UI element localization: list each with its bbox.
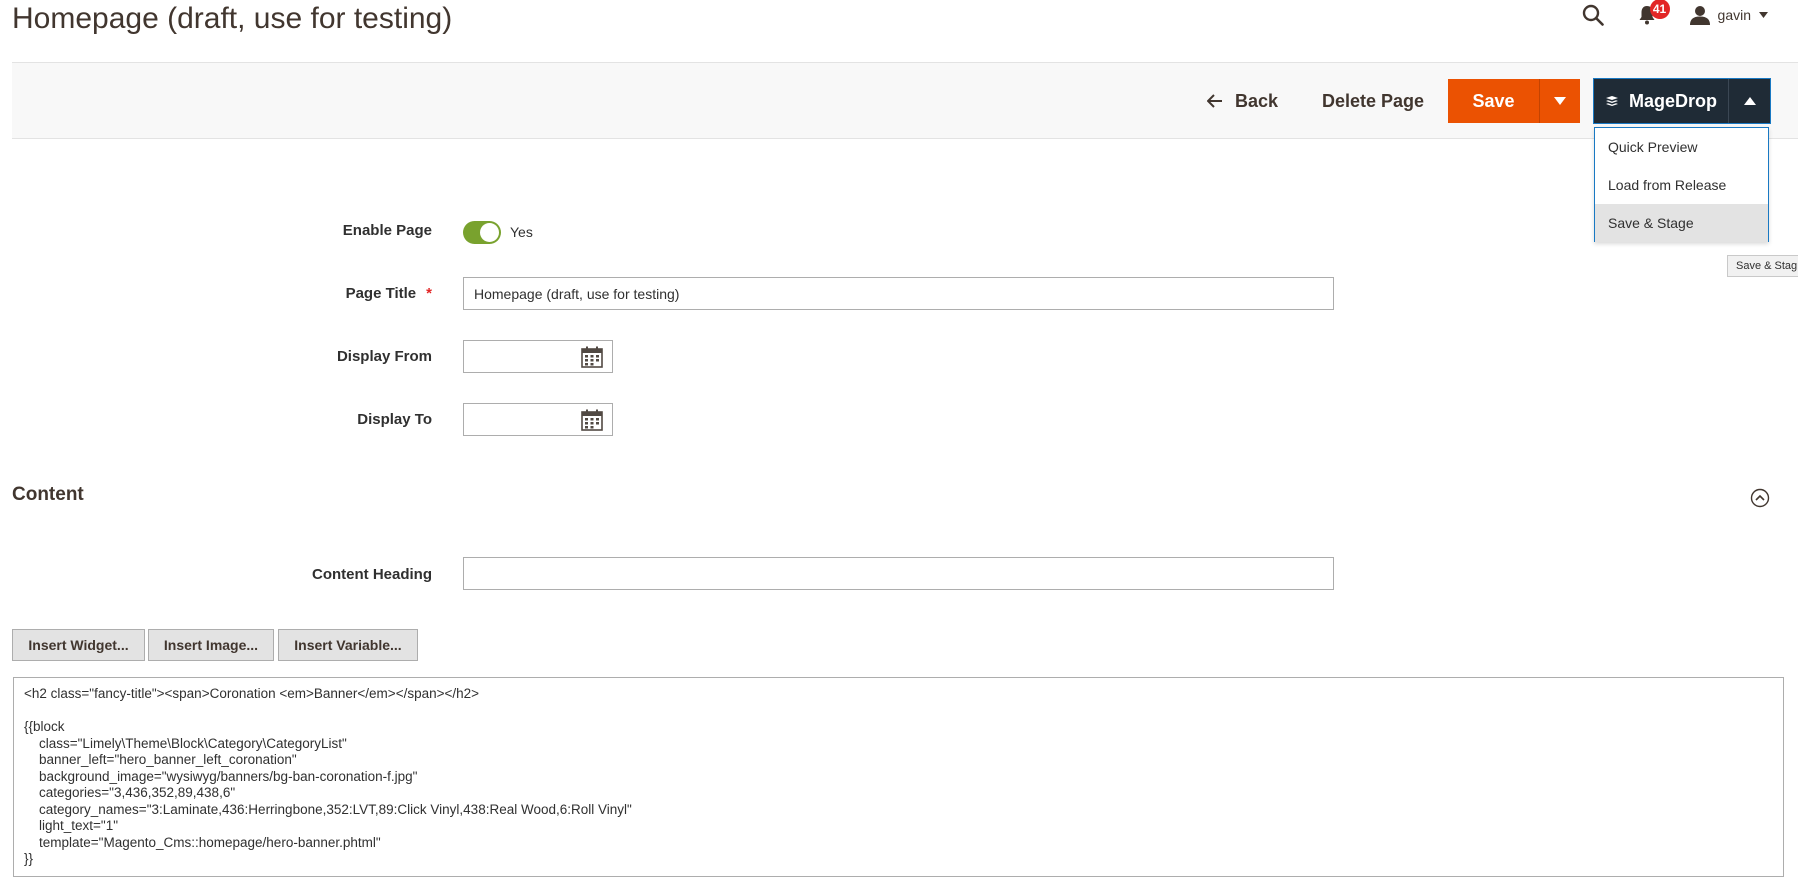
content-editor-textarea[interactable]: <h2 class="fancy-title"><span>Coronation… xyxy=(13,677,1784,877)
menu-item-quick-preview[interactable]: Quick Preview xyxy=(1595,128,1768,166)
display-from-label: Display From xyxy=(12,348,432,365)
insert-image-button[interactable]: Insert Image... xyxy=(148,629,274,661)
display-from-input[interactable] xyxy=(474,341,574,372)
insert-widget-button[interactable]: Insert Widget... xyxy=(12,629,145,661)
user-icon xyxy=(1689,6,1710,25)
notification-count-badge: 41 xyxy=(1649,0,1670,19)
content-section-title[interactable]: Content xyxy=(12,484,84,506)
insert-variable-button[interactable]: Insert Variable... xyxy=(278,629,418,661)
menu-item-save-and-stage[interactable]: Save & Stage xyxy=(1595,204,1768,242)
enable-page-toggle[interactable] xyxy=(463,221,501,244)
magedrop-button[interactable]: MageDrop xyxy=(1594,79,1728,123)
content-heading-label-text: Content Heading xyxy=(312,566,432,583)
calendar-icon[interactable] xyxy=(581,409,603,431)
layers-icon xyxy=(1605,96,1618,106)
enable-page-value: Yes xyxy=(510,224,533,240)
display-to-field xyxy=(463,403,613,436)
header-tools: 41 gavin xyxy=(1582,0,1768,30)
enable-page-label: Enable Page xyxy=(12,222,432,239)
magedrop-label: MageDrop xyxy=(1628,90,1717,111)
delete-page-button[interactable]: Delete Page xyxy=(1322,79,1424,123)
caret-up-icon xyxy=(1743,97,1756,105)
search-icon xyxy=(1582,4,1604,26)
content-heading-input[interactable] xyxy=(463,557,1334,590)
delete-page-label: Delete Page xyxy=(1322,90,1425,111)
content-heading-label: Content Heading xyxy=(12,566,432,583)
user-name: gavin xyxy=(1717,7,1751,23)
display-from-field xyxy=(463,340,613,373)
save-options-toggle[interactable] xyxy=(1539,79,1580,123)
magedrop-menu-toggle[interactable] xyxy=(1728,79,1770,123)
display-to-label-text: Display To xyxy=(357,411,432,428)
page-title-label-text: Page Title xyxy=(345,285,417,302)
tooltip: Save & Stag xyxy=(1727,255,1798,277)
collapse-chevron-up-icon[interactable] xyxy=(1750,488,1770,508)
required-marker: * xyxy=(426,285,432,302)
caret-down-icon xyxy=(1759,12,1768,18)
save-split-button: Save xyxy=(1448,79,1580,123)
display-to-label: Display To xyxy=(12,411,432,428)
toggle-knob xyxy=(480,223,499,242)
magedrop-dropdown-menu: Quick Preview Load from Release Save & S… xyxy=(1594,127,1769,242)
page-title-input[interactable] xyxy=(463,277,1334,310)
save-button[interactable]: Save xyxy=(1448,79,1539,123)
caret-down-icon xyxy=(1554,97,1566,105)
page-title: Homepage (draft, use for testing) xyxy=(12,2,453,35)
page-title-label: Page Title * xyxy=(12,285,432,302)
notifications-button[interactable]: 41 xyxy=(1638,0,1670,25)
user-menu[interactable]: gavin xyxy=(1689,5,1768,25)
magedrop-split-button: MageDrop xyxy=(1593,78,1771,124)
search-button[interactable] xyxy=(1582,4,1604,26)
back-label: Back xyxy=(1235,90,1279,111)
calendar-icon[interactable] xyxy=(581,346,603,368)
menu-item-load-from-release[interactable]: Load from Release xyxy=(1595,166,1768,204)
enable-page-label-text: Enable Page xyxy=(342,222,432,239)
arrow-left-icon xyxy=(1207,94,1222,108)
back-button[interactable]: Back xyxy=(1207,79,1278,123)
display-to-input[interactable] xyxy=(474,404,574,435)
display-from-label-text: Display From xyxy=(336,348,432,365)
